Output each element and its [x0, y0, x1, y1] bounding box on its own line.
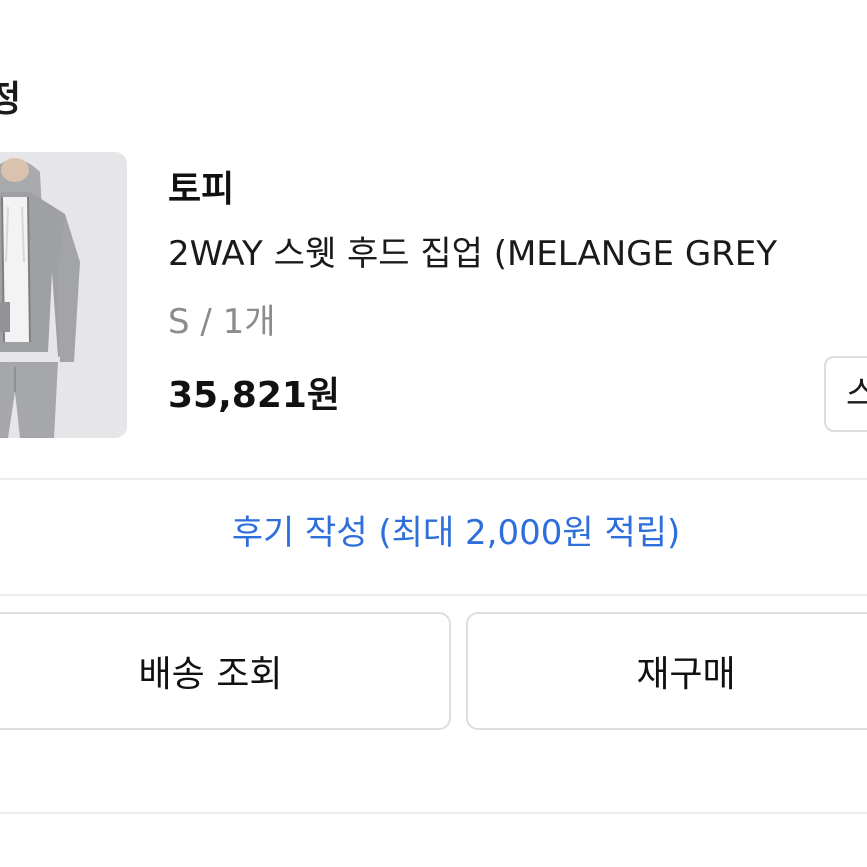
divider [0, 594, 867, 596]
brand-name[interactable]: 토피 [168, 160, 234, 212]
track-delivery-button[interactable]: 배송 조회 [0, 612, 451, 730]
divider [0, 812, 867, 814]
product-price: 35,821원 [168, 375, 341, 416]
product-option: S / 1개 [168, 302, 276, 342]
track-delivery-label: 배송 조회 [138, 654, 283, 695]
order-detail-page: 정 토피 2WAY 스웻 후드 집업 (MELANGE GREY S / 1개 … [0, 0, 867, 867]
hoodie-photo-icon [0, 152, 127, 438]
side-action-button[interactable]: 스 [824, 356, 867, 432]
write-review-link[interactable]: 후기 작성 (최대 2,000원 적립) [0, 505, 867, 554]
product-thumbnail[interactable] [0, 152, 127, 438]
rebuy-button[interactable]: 재구매 [466, 612, 867, 730]
divider [0, 478, 867, 480]
product-name[interactable]: 2WAY 스웻 후드 집업 (MELANGE GREY [168, 226, 777, 275]
rebuy-label: 재구매 [636, 654, 736, 695]
order-status-title: 정 [0, 79, 21, 120]
